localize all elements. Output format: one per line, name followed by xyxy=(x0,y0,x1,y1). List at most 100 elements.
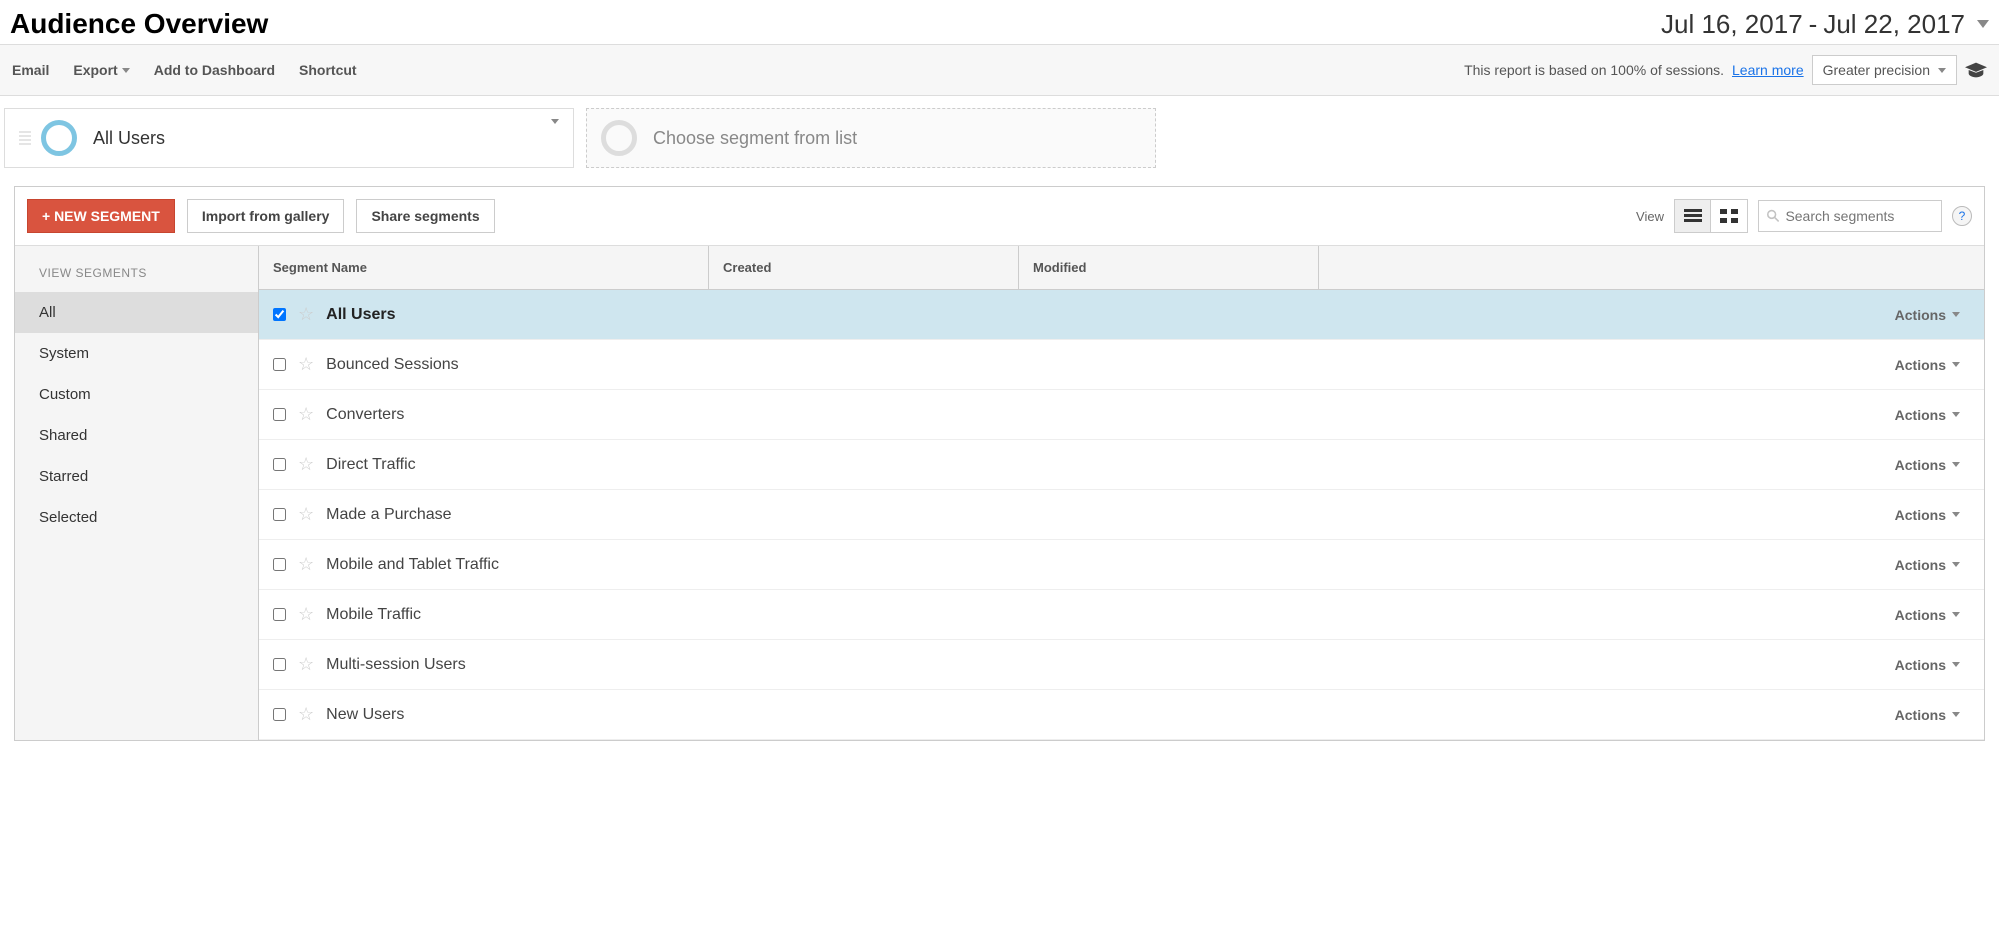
grid-view-button[interactable] xyxy=(1711,200,1747,232)
actions-dropdown[interactable]: Actions xyxy=(1895,557,1970,573)
search-icon xyxy=(1767,209,1779,223)
row-checkbox[interactable] xyxy=(273,408,286,421)
actions-dropdown[interactable]: Actions xyxy=(1895,407,1970,423)
row-checkbox[interactable] xyxy=(273,658,286,671)
col-created[interactable]: Created xyxy=(709,246,1019,289)
sidebar-title: VIEW SEGMENTS xyxy=(15,266,258,292)
col-modified[interactable]: Modified xyxy=(1019,246,1319,289)
donut-icon xyxy=(41,120,77,156)
chevron-down-icon xyxy=(1952,312,1960,317)
view-label: View xyxy=(1636,209,1664,224)
sidebar-item-system[interactable]: System xyxy=(15,333,258,374)
segment-chip-all-users[interactable]: All Users xyxy=(4,108,574,168)
chevron-down-icon xyxy=(1952,662,1960,667)
donut-icon xyxy=(601,120,637,156)
list-icon xyxy=(1684,209,1702,223)
precision-dropdown[interactable]: Greater precision xyxy=(1812,55,1957,85)
star-icon[interactable]: ☆ xyxy=(298,604,314,625)
date-start: Jul 16, 2017 xyxy=(1661,9,1803,40)
sidebar-item-starred[interactable]: Starred xyxy=(15,456,258,497)
actions-dropdown[interactable]: Actions xyxy=(1895,457,1970,473)
table-row[interactable]: ☆ Bounced Sessions Actions xyxy=(259,340,1984,390)
segments-sidebar: VIEW SEGMENTS AllSystemCustomSharedStarr… xyxy=(15,246,259,740)
new-segment-button[interactable]: + NEW SEGMENT xyxy=(27,199,175,233)
actions-dropdown[interactable]: Actions xyxy=(1895,607,1970,623)
segment-chip-add[interactable]: Choose segment from list xyxy=(586,108,1156,168)
view-toggle xyxy=(1674,199,1748,233)
table-row[interactable]: ☆ New Users Actions xyxy=(259,690,1984,740)
sidebar-item-custom[interactable]: Custom xyxy=(15,374,258,415)
col-segment-name[interactable]: Segment Name xyxy=(259,246,709,289)
chevron-down-icon xyxy=(1952,612,1960,617)
chevron-down-icon xyxy=(1952,512,1960,517)
chevron-down-icon xyxy=(1952,362,1960,367)
table-row[interactable]: ☆ Direct Traffic Actions xyxy=(259,440,1984,490)
segment-name: All Users xyxy=(326,306,726,324)
star-icon[interactable]: ☆ xyxy=(298,504,314,525)
row-checkbox[interactable] xyxy=(273,508,286,521)
email-link[interactable]: Email xyxy=(12,62,49,78)
page-title: Audience Overview xyxy=(10,8,268,40)
search-input[interactable] xyxy=(1785,208,1933,224)
actions-dropdown[interactable]: Actions xyxy=(1895,507,1970,523)
chevron-down-icon xyxy=(1952,562,1960,567)
star-icon[interactable]: ☆ xyxy=(298,404,314,425)
learn-more-link[interactable]: Learn more xyxy=(1732,62,1804,78)
chip-label: Choose segment from list xyxy=(653,128,857,149)
sidebar-item-shared[interactable]: Shared xyxy=(15,415,258,456)
date-range-picker[interactable]: Jul 16, 2017 - Jul 22, 2017 xyxy=(1661,9,1989,40)
table-row[interactable]: ☆ All Users Actions xyxy=(259,290,1984,340)
export-link[interactable]: Export xyxy=(73,62,129,78)
sidebar-item-all[interactable]: All xyxy=(15,292,258,333)
sample-text: This report is based on 100% of sessions… xyxy=(1464,62,1724,78)
share-segments-button[interactable]: Share segments xyxy=(356,199,494,233)
date-end: Jul 22, 2017 xyxy=(1823,9,1965,40)
segment-name: Made a Purchase xyxy=(326,506,726,524)
grid-icon xyxy=(1720,209,1738,223)
search-segments[interactable] xyxy=(1758,200,1942,232)
row-checkbox[interactable] xyxy=(273,558,286,571)
chevron-down-icon xyxy=(1952,712,1960,717)
star-icon[interactable]: ☆ xyxy=(298,654,314,675)
table-row[interactable]: ☆ Mobile Traffic Actions xyxy=(259,590,1984,640)
chevron-down-icon xyxy=(1938,68,1946,73)
star-icon[interactable]: ☆ xyxy=(298,304,314,325)
row-checkbox[interactable] xyxy=(273,708,286,721)
table-row[interactable]: ☆ Multi-session Users Actions xyxy=(259,640,1984,690)
segment-name: Bounced Sessions xyxy=(326,356,726,374)
add-dashboard-link[interactable]: Add to Dashboard xyxy=(154,62,275,78)
shortcut-link[interactable]: Shortcut xyxy=(299,62,357,78)
graduation-cap-icon[interactable] xyxy=(1965,62,1987,78)
sidebar-item-selected[interactable]: Selected xyxy=(15,497,258,538)
actions-dropdown[interactable]: Actions xyxy=(1895,657,1970,673)
chevron-down-icon[interactable] xyxy=(551,119,559,124)
row-checkbox[interactable] xyxy=(273,608,286,621)
row-checkbox[interactable] xyxy=(273,358,286,371)
drag-handle-icon[interactable] xyxy=(19,131,31,145)
star-icon[interactable]: ☆ xyxy=(298,554,314,575)
segment-name: Multi-session Users xyxy=(326,656,726,674)
chevron-down-icon xyxy=(1977,20,1989,28)
actions-dropdown[interactable]: Actions xyxy=(1895,357,1970,373)
segment-name: Mobile Traffic xyxy=(326,606,726,624)
chip-label: All Users xyxy=(93,128,165,149)
row-checkbox[interactable] xyxy=(273,458,286,471)
segment-name: New Users xyxy=(326,706,726,724)
row-checkbox[interactable] xyxy=(273,308,286,321)
table-row[interactable]: ☆ Made a Purchase Actions xyxy=(259,490,1984,540)
help-icon[interactable]: ? xyxy=(1952,206,1972,226)
actions-dropdown[interactable]: Actions xyxy=(1895,307,1970,323)
star-icon[interactable]: ☆ xyxy=(298,354,314,375)
actions-dropdown[interactable]: Actions xyxy=(1895,707,1970,723)
import-gallery-button[interactable]: Import from gallery xyxy=(187,199,345,233)
segment-name: Direct Traffic xyxy=(326,456,726,474)
star-icon[interactable]: ☆ xyxy=(298,704,314,725)
table-row[interactable]: ☆ Mobile and Tablet Traffic Actions xyxy=(259,540,1984,590)
table-row[interactable]: ☆ConvertersActions xyxy=(259,390,1984,440)
chevron-down-icon xyxy=(1952,412,1960,417)
chevron-down-icon xyxy=(122,68,130,73)
chevron-down-icon xyxy=(1952,462,1960,467)
star-icon[interactable]: ☆ xyxy=(298,454,314,475)
list-view-button[interactable] xyxy=(1675,200,1711,232)
segment-name: Mobile and Tablet Traffic xyxy=(326,556,726,574)
